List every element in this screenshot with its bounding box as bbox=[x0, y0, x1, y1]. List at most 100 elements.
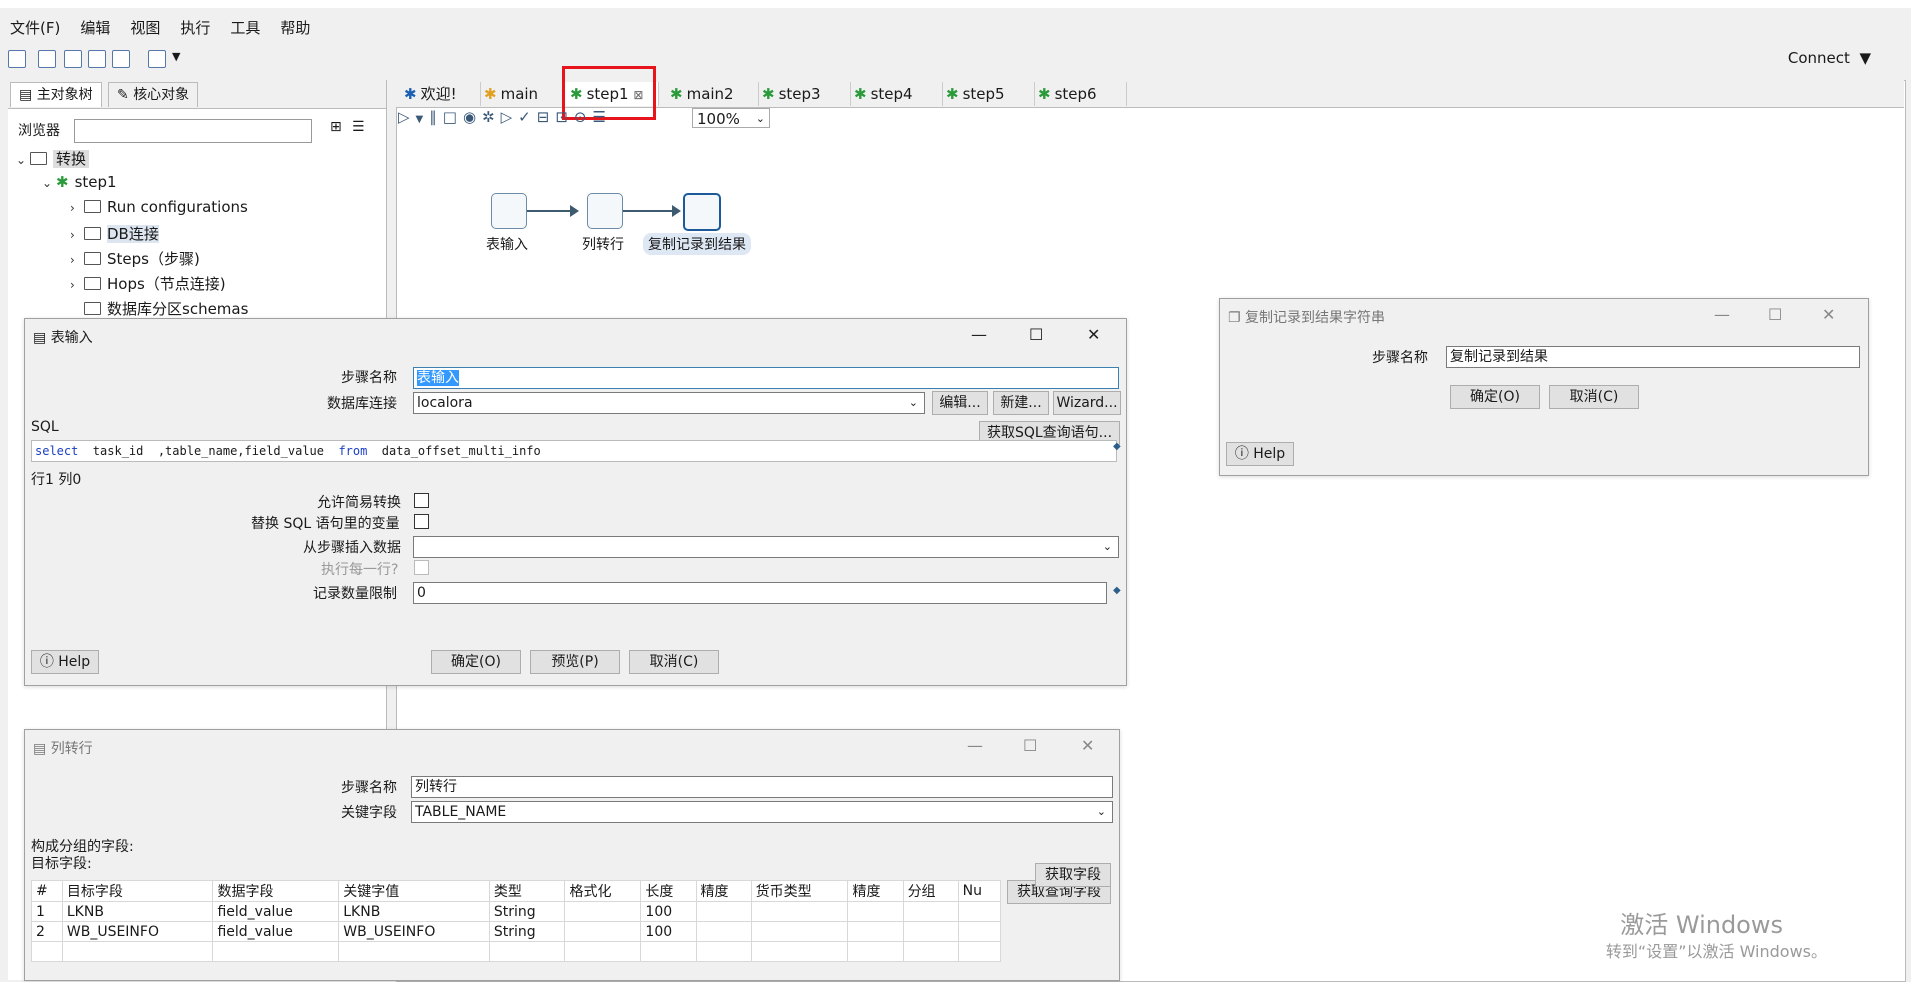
table-cell[interactable]: 2 bbox=[31, 921, 63, 942]
chevron-down-icon[interactable]: ▼ bbox=[172, 50, 180, 63]
exec-each-row-checkbox[interactable] bbox=[414, 560, 429, 575]
impact-icon[interactable]: ⊟ bbox=[537, 108, 556, 126]
table-cell[interactable] bbox=[957, 901, 1002, 922]
tree-item-run-configurations[interactable]: › Run configurations bbox=[70, 198, 248, 216]
db-connection-select[interactable]: localora ⌄ bbox=[413, 392, 925, 414]
minimize-icon[interactable]: — bbox=[971, 325, 987, 344]
tab-welcome[interactable]: ✱ 欢迎! bbox=[398, 82, 481, 106]
tab-step5[interactable]: ✱ step5 bbox=[940, 82, 1035, 106]
expand-all-icon[interactable]: ⊞ bbox=[330, 119, 342, 135]
allow-lazy-checkbox[interactable] bbox=[414, 493, 429, 508]
close-icon[interactable]: ✕ bbox=[1081, 736, 1094, 755]
menu-run[interactable]: 执行 bbox=[170, 15, 220, 39]
copy-rows-step-icon[interactable] bbox=[683, 193, 721, 231]
table-row[interactable]: 2 WB_USEINFO field_value WB_USEINFO Stri… bbox=[31, 921, 1002, 942]
edit-connection-button[interactable]: 编辑... bbox=[932, 391, 988, 415]
node-label-row-denorm[interactable]: 列转行 bbox=[582, 234, 624, 254]
table-input-step-icon[interactable] bbox=[491, 193, 527, 229]
explore-db-icon[interactable]: ⊙ bbox=[574, 108, 593, 126]
tree-item-step1[interactable]: ⌄ ✱ step1 bbox=[42, 173, 117, 191]
table-cell[interactable]: String bbox=[488, 921, 566, 942]
tab-main2[interactable]: ✱ main2 bbox=[664, 82, 759, 106]
table-cell[interactable] bbox=[750, 901, 849, 922]
maximize-icon[interactable]: ☐ bbox=[1768, 305, 1782, 324]
help-button[interactable]: ⓘ Help bbox=[31, 650, 99, 674]
tree-item-partition-schemas[interactable]: 数据库分区schemas bbox=[84, 298, 248, 319]
wizard-button[interactable]: Wizard... bbox=[1053, 391, 1121, 415]
replay-icon[interactable]: ▷ bbox=[501, 108, 519, 126]
table-cell[interactable]: LKNB bbox=[61, 901, 214, 922]
table-cell[interactable]: 1 bbox=[31, 901, 63, 922]
column-header[interactable]: 关键字值 bbox=[338, 880, 490, 902]
hop-arrow[interactable] bbox=[623, 205, 681, 217]
minimize-icon[interactable]: — bbox=[1714, 305, 1730, 324]
get-fields-button[interactable]: 获取字段 bbox=[1035, 863, 1111, 887]
pause-icon[interactable]: ∥ bbox=[429, 108, 443, 126]
menu-file[interactable]: 文件(F) bbox=[0, 15, 70, 39]
replace-vars-checkbox[interactable] bbox=[414, 514, 429, 529]
menu-view[interactable]: 视图 bbox=[120, 15, 170, 39]
step-name-input[interactable]: 表输入 bbox=[413, 367, 1119, 389]
sql-editor[interactable]: select task_id ,table_name,field_value f… bbox=[31, 440, 1117, 462]
table-cell[interactable] bbox=[695, 921, 752, 942]
column-header[interactable]: # bbox=[31, 880, 63, 902]
step-name-input[interactable]: 复制记录到结果 bbox=[1446, 346, 1860, 368]
results-icon[interactable]: ☰ bbox=[592, 108, 611, 126]
cancel-button[interactable]: 取消(C) bbox=[1549, 385, 1639, 409]
tree-item-steps[interactable]: › Steps（步骤) bbox=[70, 248, 200, 269]
step-name-input[interactable]: 列转行 bbox=[411, 776, 1113, 798]
column-header[interactable]: 类型 bbox=[488, 880, 566, 902]
debug-icon[interactable]: ✲ bbox=[482, 108, 501, 126]
save-icon[interactable] bbox=[88, 50, 106, 68]
node-label-copy-rows[interactable]: 复制记录到结果 bbox=[643, 233, 751, 255]
connect-button[interactable]: Connect ▼ bbox=[1788, 49, 1871, 67]
tree-item-hops[interactable]: › Hops（节点连接) bbox=[70, 273, 226, 294]
perspective-layers-icon[interactable] bbox=[148, 50, 166, 68]
save-as-icon[interactable] bbox=[112, 50, 130, 68]
collapse-all-icon[interactable]: ☰ bbox=[352, 119, 365, 135]
table-cell[interactable]: String bbox=[488, 901, 566, 922]
new-connection-button[interactable]: 新建... bbox=[993, 391, 1049, 415]
column-header[interactable]: Nu bbox=[957, 880, 1002, 902]
zoom-select[interactable]: 100% ⌄ bbox=[692, 108, 770, 128]
column-header[interactable]: 目标字段 bbox=[61, 880, 214, 902]
menu-tools[interactable]: 工具 bbox=[220, 15, 270, 39]
tab-step3[interactable]: ✱ step3 bbox=[756, 82, 851, 106]
column-header[interactable]: 长度 bbox=[640, 880, 697, 902]
limit-input[interactable]: 0 bbox=[413, 582, 1107, 604]
table-cell[interactable]: 100 bbox=[640, 901, 697, 922]
table-cell[interactable] bbox=[750, 921, 849, 942]
chevron-down-icon[interactable]: ▼ bbox=[416, 114, 430, 125]
close-icon[interactable]: ✕ bbox=[1087, 325, 1100, 344]
ok-button[interactable]: 确定(O) bbox=[431, 650, 521, 674]
column-header[interactable]: 格式化 bbox=[564, 880, 642, 902]
tab-step6[interactable]: ✱ step6 bbox=[1032, 82, 1127, 106]
table-cell[interactable] bbox=[564, 901, 642, 922]
tab-core-objects[interactable]: ✎ 核心对象 bbox=[108, 82, 199, 107]
table-row[interactable] bbox=[31, 941, 1002, 962]
maximize-icon[interactable]: ☐ bbox=[1023, 736, 1037, 755]
key-field-select[interactable]: TABLE_NAME ⌄ bbox=[411, 801, 1113, 823]
column-header[interactable]: 精度 bbox=[695, 880, 752, 902]
run-icon[interactable]: ▷ bbox=[398, 108, 416, 126]
table-cell[interactable]: field_value bbox=[212, 921, 340, 942]
help-button[interactable]: ⓘ Help bbox=[1226, 442, 1294, 466]
tab-step4[interactable]: ✱ step4 bbox=[848, 82, 943, 106]
column-header[interactable]: 分组 bbox=[902, 880, 959, 902]
table-cell[interactable]: WB_USEINFO bbox=[338, 921, 490, 942]
table-cell[interactable]: 100 bbox=[640, 921, 697, 942]
row-denormaliser-step-icon[interactable] bbox=[587, 193, 623, 229]
node-label-table-input[interactable]: 表输入 bbox=[486, 234, 528, 254]
table-row[interactable]: 1 LKNB field_value LKNB String 100 bbox=[31, 901, 1002, 922]
tab-main[interactable]: ✱ main bbox=[478, 82, 567, 106]
minimize-icon[interactable]: — bbox=[967, 736, 983, 755]
tab-main-object-tree[interactable]: ▤ 主对象树 bbox=[10, 82, 102, 107]
table-cell[interactable] bbox=[695, 901, 752, 922]
ok-button[interactable]: 确定(O) bbox=[1450, 385, 1540, 409]
stop-icon[interactable]: □ bbox=[443, 108, 463, 126]
open-file-icon[interactable] bbox=[38, 50, 56, 68]
table-cell[interactable] bbox=[902, 901, 959, 922]
table-cell[interactable] bbox=[902, 921, 959, 942]
verify-icon[interactable]: ✓ bbox=[518, 108, 537, 126]
table-cell[interactable]: LKNB bbox=[338, 901, 490, 922]
